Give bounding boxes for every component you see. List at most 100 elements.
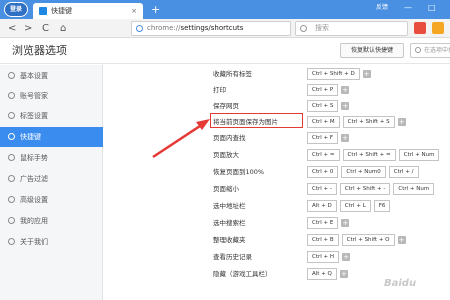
shortcut-keys: Ctrl + Shift + D + [307, 68, 371, 80]
shortcut-label: 选中地址栏 [213, 202, 246, 210]
shortcut-key-field[interactable]: Ctrl + Shift + - [339, 183, 391, 195]
shortcut-key-field[interactable]: Ctrl + B [307, 234, 339, 246]
shortcut-keys: Ctrl + M Ctrl + Shift + S + [307, 116, 406, 128]
shortcut-key-field[interactable]: F6 [373, 200, 391, 212]
add-shortcut-button[interactable]: + [341, 102, 350, 110]
shortcut-row: 选中地址栏 Alt + D Ctrl + L F6 [103, 198, 450, 214]
shortcut-key-field[interactable]: Ctrl + Shift + = [342, 149, 396, 161]
shortcut-label: 选中搜索栏 [213, 219, 246, 227]
shortcut-key-field[interactable]: Ctrl + / [388, 166, 419, 178]
shortcut-key-field[interactable]: Ctrl + Shift + D [307, 68, 360, 80]
tab-icon [8, 112, 15, 119]
shortcut-row: 查看历史记录 Ctrl + H + [103, 249, 450, 265]
shortcut-label: 整理收藏夹 [213, 236, 246, 244]
reload-icon[interactable]: C [42, 19, 49, 38]
add-shortcut-button[interactable]: + [341, 86, 350, 94]
shortcut-keys: Alt + D Ctrl + L F6 [307, 200, 393, 212]
shortcut-key-field[interactable]: Ctrl + F [307, 132, 339, 144]
shortcut-key-field[interactable]: Alt + D [307, 200, 337, 212]
shortcut-row: 恢复页面到100% Ctrl + 0 Ctrl + Num0 Ctrl + / [103, 164, 450, 180]
shortcut-keys: Alt + Q + [307, 268, 348, 280]
page-title: 浏览器选项 [12, 44, 67, 57]
info-icon [8, 238, 15, 245]
sidebar-item-label: 我的应用 [20, 217, 48, 225]
add-shortcut-button[interactable]: + [341, 134, 350, 142]
web-search-placeholder: 搜索 [315, 24, 329, 32]
shortcut-key-field[interactable]: Ctrl + L [339, 200, 371, 212]
sidebar-item-ad-filter[interactable]: 广告过滤 [0, 169, 103, 189]
forward-icon[interactable]: > [24, 19, 32, 38]
shortcut-key-field[interactable]: Ctrl + Shift + S [342, 116, 395, 128]
login-badge-label[interactable]: 登录 [5, 3, 27, 16]
shortcut-key-field[interactable]: Ctrl + E [307, 217, 339, 229]
shortcut-row: 整理收藏夹 Ctrl + B Ctrl + Shift + O + [103, 232, 450, 248]
shortcuts-panel: 收藏所有标签 Ctrl + Shift + D + 打印 Ctrl + P + 保存… [103, 65, 450, 300]
home-icon[interactable]: ⌂ [60, 19, 66, 38]
sidebar-item-account[interactable]: 账号管家 [0, 86, 103, 106]
shortcut-key-field[interactable]: Alt + Q [307, 268, 337, 280]
add-shortcut-button[interactable]: + [397, 236, 406, 244]
back-icon[interactable]: < [8, 19, 16, 38]
add-shortcut-button[interactable]: + [397, 118, 406, 126]
address-scheme: chrome:// [147, 24, 181, 32]
login-badge[interactable]: 登录 [4, 2, 28, 17]
shortcut-key-field[interactable]: Ctrl + S [307, 100, 339, 112]
sidebar-item-advanced[interactable]: 高级设置 [0, 190, 103, 210]
watermark: Baidu [384, 278, 417, 289]
sidebar-item-mouse-gestures[interactable]: 鼠标手势 [0, 148, 103, 168]
feedback-link[interactable]: 反馈 [376, 0, 388, 16]
shortcut-key-field[interactable]: Ctrl + - [307, 183, 337, 195]
block-icon [8, 175, 15, 182]
web-search-box[interactable]: 搜索 [295, 21, 408, 36]
shortcut-key-field[interactable]: Ctrl + P [307, 84, 339, 96]
shortcut-row: 页面内查找 Ctrl + F + [103, 130, 450, 146]
shortcut-key-field[interactable]: Ctrl + M [307, 116, 340, 128]
close-tab-icon[interactable]: × [131, 3, 137, 19]
shortcut-keys: Ctrl + S + [307, 100, 350, 112]
shortcut-row: 页面缩小 Ctrl + - Ctrl + Shift + - Ctrl + Num [103, 181, 450, 197]
settings-search-placeholder: 在选项中搜索 [424, 47, 450, 54]
shortcut-label: 隐藏（游戏工具栏） [213, 270, 272, 278]
shortcut-row: 选中搜索栏 Ctrl + E + [103, 215, 450, 231]
minimize-icon[interactable]: — [404, 0, 412, 16]
shortcut-key-field[interactable]: Ctrl + = [307, 149, 340, 161]
shortcut-label: 恢复页面到100% [213, 168, 265, 176]
apps-icon [8, 217, 15, 224]
keyboard-icon [8, 133, 15, 140]
site-info-icon[interactable] [136, 25, 143, 32]
add-shortcut-button[interactable]: + [362, 70, 371, 78]
address-text[interactable]: chrome://settings/shortcuts [147, 22, 243, 35]
shortcut-key-field[interactable]: Ctrl + H [307, 251, 340, 263]
settings-tab-icon [39, 7, 47, 15]
shortcut-key-field[interactable]: Ctrl + 0 [307, 166, 339, 178]
annotation-highlight-box [210, 113, 303, 128]
shortcut-key-field[interactable]: Ctrl + Shift + O [341, 234, 395, 246]
shortcut-key-field[interactable]: Ctrl + Num [398, 149, 440, 161]
add-shortcut-button[interactable]: + [341, 219, 350, 227]
gear-icon [8, 72, 15, 79]
tab-shortcuts[interactable]: 快捷键 × [33, 3, 143, 19]
shortcut-label: 查看历史记录 [213, 253, 252, 261]
sidebar-item-my-apps[interactable]: 我的应用 [0, 211, 103, 231]
shortcut-keys: Ctrl + - Ctrl + Shift + - Ctrl + Num [307, 183, 437, 195]
search-icon [300, 25, 307, 32]
new-tab-button[interactable]: + [151, 1, 160, 18]
shortcut-label: 收藏所有标签 [213, 70, 252, 78]
restore-icon[interactable]: □ [428, 0, 436, 16]
sidebar-item-basic[interactable]: 基本设置 [0, 66, 103, 86]
extension-icon[interactable] [432, 22, 444, 34]
shortcut-key-field[interactable]: Ctrl + Num [393, 183, 435, 195]
settings-search-input[interactable]: 在选项中搜索 [410, 43, 450, 58]
shortcut-key-field[interactable]: Ctrl + Num0 [341, 166, 386, 178]
sidebar-item-label: 高级设置 [20, 196, 48, 204]
add-shortcut-button[interactable]: + [342, 253, 351, 261]
sidebar-item-about[interactable]: 关于我们 [0, 232, 103, 252]
add-shortcut-button[interactable]: + [339, 270, 348, 278]
page-header: 浏览器选项 恢复默认快捷键 在选项中搜索 [0, 38, 450, 64]
sidebar-item-tabs[interactable]: 标签设置 [0, 106, 103, 126]
sidebar-item-shortcuts[interactable]: 快捷键 [0, 127, 103, 147]
shortcut-row: 页面放大 Ctrl + = Ctrl + Shift + = Ctrl + Num [103, 147, 450, 163]
reset-shortcuts-button[interactable]: 恢复默认快捷键 [340, 43, 404, 58]
address-bar[interactable]: chrome://settings/shortcuts [131, 21, 291, 36]
extension-icon[interactable] [414, 22, 426, 34]
